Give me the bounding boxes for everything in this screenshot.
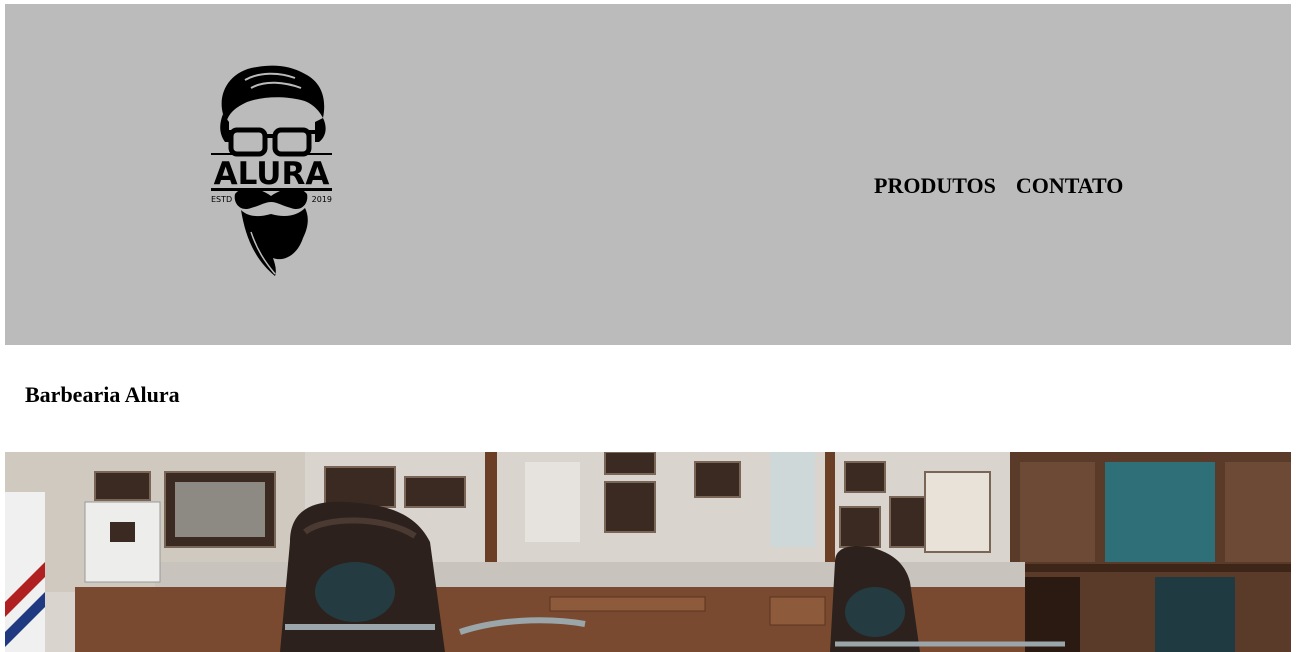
site-header: ALURA ESTD 2019 PRODUTOS CONTATO (5, 4, 1291, 345)
logo-estd-text: ESTD (211, 195, 232, 204)
bearded-man-icon: ALURA ESTD 2019 (211, 65, 332, 276)
nav-item-contato[interactable]: CONTATO (1016, 173, 1124, 199)
logo-brand-text: ALURA (214, 156, 330, 192)
main-nav: PRODUTOS CONTATO (874, 173, 1123, 199)
page-title: Barbearia Alura (25, 382, 180, 407)
logo-year-text: 2019 (312, 195, 332, 204)
alura-logo[interactable]: ALURA ESTD 2019 (205, 62, 338, 282)
barbershop-interior-image (5, 452, 1291, 652)
barbershop-banner-image (5, 452, 1291, 652)
nav-item-produtos[interactable]: PRODUTOS (874, 173, 996, 199)
